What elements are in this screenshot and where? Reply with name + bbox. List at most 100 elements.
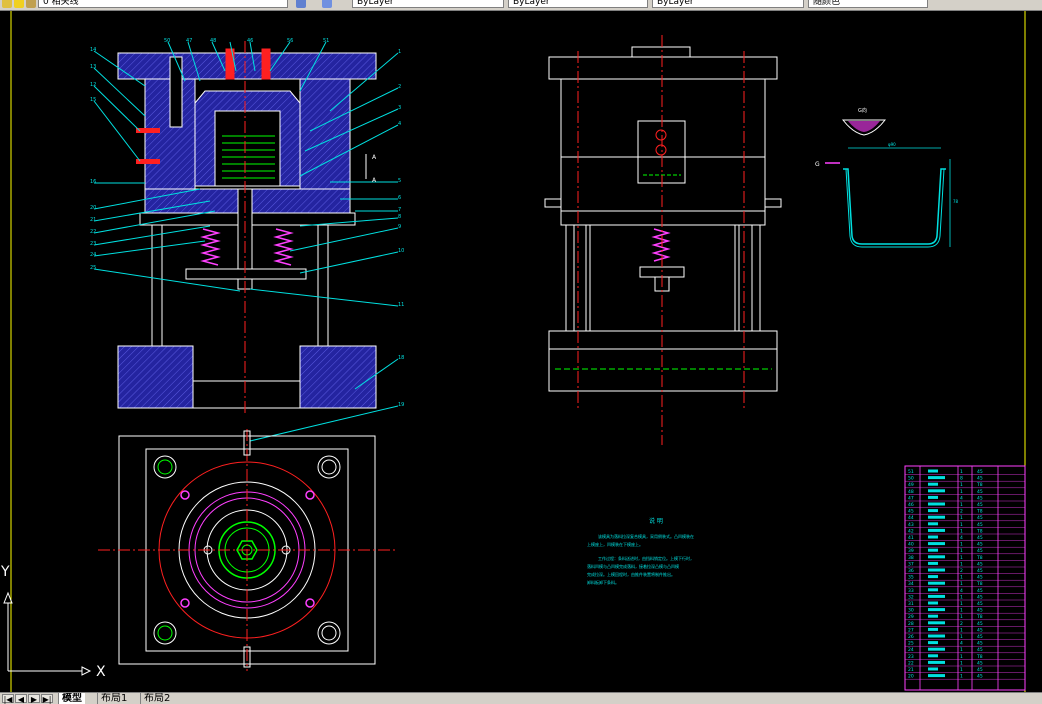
leader-label: 15 [90,97,96,103]
lock-icon[interactable] [26,0,36,8]
layer-state-icon[interactable] [2,0,12,8]
title-block-cell: 1 [960,608,963,614]
title-block-cell: 47 [908,495,914,501]
color-dropdown[interactable]: ByLayer [352,0,504,8]
leader-label: 24 [90,252,96,258]
title-block-cell: 1 [960,674,963,680]
title-block-cell: 40 [908,542,914,548]
last-tab-button[interactable]: ▶| [41,694,53,704]
title-block-cell: 1 [960,515,963,521]
title-block-cell: 27 [908,627,914,633]
leader-label: 4 [398,121,401,127]
title-block-cell: 36 [908,568,914,574]
title-block-cell: 28 [908,621,914,627]
svg-text:X: X [96,664,106,680]
title-block-cell: 45 [977,594,983,600]
toolbar: 0 相关线 ByLayer ByLayer ByLayer 随颜色 [0,0,1042,11]
title-block-cell: 1 [960,542,963,548]
title-block-cell: 20 [908,674,914,680]
title-block-cell: 45 [977,542,983,548]
title-block-cell: 1 [960,555,963,561]
title-block-cell: 45 [977,621,983,627]
title-block-cell: 33 [908,588,914,594]
title-block-cell: 1 [960,575,963,581]
svg-text:A: A [372,154,377,161]
title-block-cell: 1 [960,614,963,620]
title-block-cell: 45 [977,535,983,541]
part-drawing: φ90 78 G G向 [815,107,959,248]
plotstyle-dropdown[interactable]: 随颜色 [808,0,928,8]
part-leaders-top-labels: 50 47 48 46 56 51 [164,38,329,44]
sun-icon[interactable] [14,0,24,8]
tab-model[interactable]: 模型 [58,693,85,704]
title-block-cell: 49 [908,482,914,488]
title-block-cell: 25 [908,641,914,647]
leader-label: 19 [398,402,404,408]
title-block-cell: 4 [960,535,963,541]
title-block-cell: 45 [977,489,983,495]
leader-label: 10 [398,248,404,254]
tab-layout1[interactable]: 布局1 [97,693,130,704]
leader-label: 48 [210,38,216,44]
notes-line: 该模具为落料拉深复合模具，采用倒装式。凸凹模装在 [598,533,694,539]
layout-tab-bar: |◀ ◀ ▶ ▶| 模型 布局1 布局2 [0,692,1042,704]
title-block-cell: 45 [977,667,983,673]
svg-text:78: 78 [953,199,959,204]
title-block-cell: 51 [908,469,914,475]
drawing-canvas[interactable]: 50 47 48 46 56 51 14 13 12 15 16 20 21 2… [0,11,1042,692]
title-block-cell: 1 [960,561,963,567]
title-block-cell: 45 [977,660,983,666]
title-block-cell: 50 [908,476,914,482]
title-block-cell: T8 [976,482,983,488]
front-section-view [117,41,377,416]
notes-line: 工作过程：条料送进时，由挡料销定位。上模下行时， [598,555,694,561]
title-block-cell: 45 [977,647,983,653]
leader-label: 1 [398,49,401,55]
tab-layout2[interactable]: 布局2 [140,693,173,704]
title-block-cell: 4 [960,495,963,501]
notes-line: 落料凹模与凸凹模完成落料，接着拉深凸模与凸凹模 [587,563,679,569]
title-block-cell: 45 [977,575,983,581]
layer-previous-icon[interactable] [322,0,332,8]
title-block-cell: 45 [977,495,983,501]
title-block-cell: T8 [976,555,983,561]
title-block-cell: 21 [908,667,914,673]
leader-label: 47 [186,38,192,44]
title-block-cell: 1 [960,594,963,600]
title-block-cell: 1 [960,469,963,475]
leader-label: 50 [164,38,170,44]
next-tab-button[interactable]: ▶ [28,694,40,704]
technical-notes: 说 明 该模具为落料拉深复合模具，采用倒装式。凸凹模装在 上模座上，凹模装在下模… [587,517,694,585]
linetype-dropdown[interactable]: ByLayer [508,0,648,8]
layer-dropdown[interactable]: 0 相关线 [38,0,288,8]
leader-label: 11 [398,302,404,308]
layer-manager-icon[interactable] [296,0,306,8]
title-block-cell: 37 [908,561,914,567]
title-block-cell: 45 [977,502,983,508]
leader-label: 14 [90,47,96,53]
notes-line: 上模座上，凹模装在下模座上。 [587,541,643,547]
title-block-cell: T8 [976,654,983,660]
prev-tab-button[interactable]: ◀ [15,694,27,704]
title-block-cell: 41 [908,535,914,541]
part-leaders-left-labels: 14 13 12 15 16 20 21 22 23 24 25 [90,47,96,271]
svg-text:A: A [372,177,377,184]
leader-label: 21 [90,217,96,223]
title-block-cell: 30 [908,608,914,614]
title-block-cell: 45 [977,469,983,475]
leader-label: 46 [247,38,253,44]
first-tab-button[interactable]: |◀ [2,694,14,704]
title-block-cell: 22 [908,660,914,666]
title-block-cell: 42 [908,528,914,534]
title-block-cell: 1 [960,647,963,653]
lineweight-dropdown[interactable]: ByLayer [652,0,804,8]
leader-label: 8 [398,214,401,220]
title-block-cell: 45 [977,627,983,633]
leader-label: 5 [398,178,401,184]
title-block-cell: 44 [908,515,914,521]
section-arrow-a: A A [365,154,377,184]
title-block-cell: 45 [977,588,983,594]
title-block-cell: 24 [908,647,914,653]
title-block-cell: 1 [960,581,963,587]
leader-label: 2 [398,84,401,90]
